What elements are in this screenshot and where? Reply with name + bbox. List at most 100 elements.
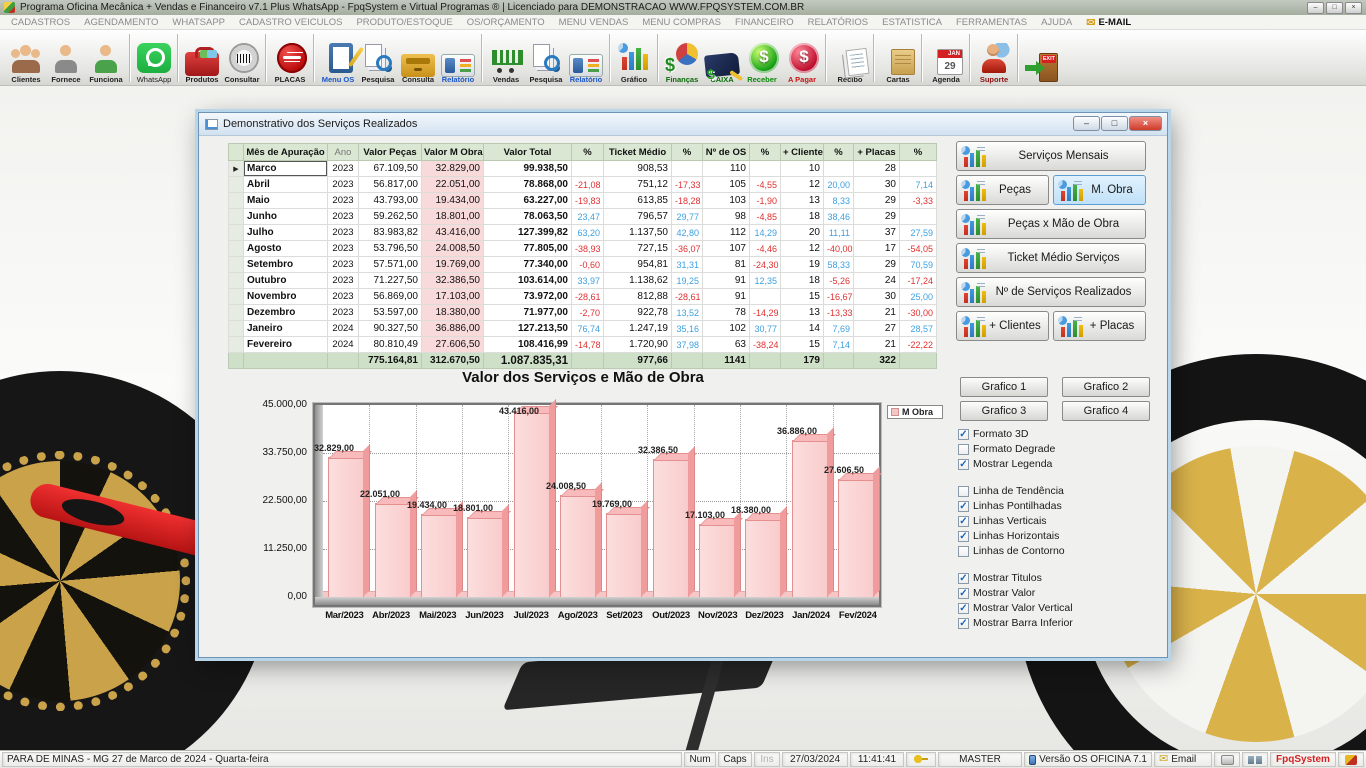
table-row[interactable]: Agosto202353.796,5024.008,5077.805,00-38…: [229, 241, 937, 257]
menu-agendamento[interactable]: AGENDAMENTO: [77, 17, 165, 28]
toolbar-button-fornece[interactable]: Fornece: [46, 32, 86, 84]
toolbar-button-suporte[interactable]: Suporte: [974, 32, 1014, 84]
toolbar-button-relat-rio[interactable]: Relatório: [566, 32, 606, 84]
toolbar-button-pesquisa[interactable]: Pesquisa: [526, 32, 566, 84]
column-header[interactable]: %: [824, 144, 854, 161]
menu-produto-estoque[interactable]: PRODUTO/ESTOQUE: [349, 17, 459, 28]
chart-options-panel: ✓Formato 3DFormato Degrade✓Mostrar Legen…: [958, 427, 1158, 643]
toolbar-button-consulta[interactable]: Consulta: [398, 32, 438, 84]
toolbar-button-finan-as[interactable]: $Finanças: [662, 32, 702, 84]
toolbar-button-produtos[interactable]: Produtos: [182, 32, 222, 84]
toolbar-button-recibo[interactable]: Recibo: [830, 32, 870, 84]
window-minimize-button[interactable]: –: [1073, 116, 1100, 131]
column-header[interactable]: %: [572, 144, 604, 161]
column-header[interactable]: %: [672, 144, 703, 161]
column-header[interactable]: + Placas: [854, 144, 900, 161]
chart-type-button--placas[interactable]: + Placas: [1053, 311, 1146, 341]
table-row[interactable]: Maio202343.793,0019.434,0063.227,00-19,8…: [229, 193, 937, 209]
toolbar-button-gr-fico[interactable]: Gráfico: [614, 32, 654, 84]
checkbox-linhas-horizontais[interactable]: ✓Linhas Horizontais: [958, 529, 1158, 543]
menu-relat-rios[interactable]: RELATÓRIOS: [801, 17, 876, 28]
chart-type-button-m-obra[interactable]: M. Obra: [1053, 175, 1146, 205]
table-row[interactable]: Novembro202356.869,0017.103,0073.972,00-…: [229, 289, 937, 305]
toolbar-button-pesquisa[interactable]: Pesquisa: [358, 32, 398, 84]
table-row[interactable]: Outubro202371.227,5032.386,50103.614,003…: [229, 273, 937, 289]
column-header[interactable]: Valor Total: [484, 144, 572, 161]
menu-e-mail[interactable]: ✉E-MAIL: [1079, 16, 1138, 29]
toolbar-button-consultar[interactable]: Consultar: [222, 32, 262, 84]
toolbar-button-menu-os[interactable]: Menu OS: [318, 32, 358, 84]
checkbox-mostrar-titulos[interactable]: ✓Mostrar Titulos: [958, 571, 1158, 585]
chart-type-button-pe-as[interactable]: Peças: [956, 175, 1049, 205]
window-close-button[interactable]: ×: [1129, 116, 1162, 131]
column-header[interactable]: Mês de Apuração: [244, 144, 328, 161]
toolbar-button-placas[interactable]: PLACAS: [270, 32, 310, 84]
menu-cadastro-veiculos[interactable]: CADASTRO VEICULOS: [232, 17, 349, 28]
table-row[interactable]: Setembro202357.571,0019.769,0077.340,00-…: [229, 257, 937, 273]
checkbox-mostrar-valor-vertical[interactable]: ✓Mostrar Valor Vertical: [958, 601, 1158, 615]
status-email[interactable]: ✉ Email: [1154, 752, 1212, 767]
menu-cadastros[interactable]: CADASTROS: [4, 17, 77, 28]
toolbar-button-relat-rio[interactable]: Relatório: [438, 32, 478, 84]
app-minimize-button[interactable]: –: [1307, 2, 1324, 14]
column-header[interactable]: %: [900, 144, 937, 161]
chart-type-button-n-de-servi-os-realizados[interactable]: Nº de Serviços Realizados: [956, 277, 1146, 307]
column-header[interactable]: Ano: [328, 144, 359, 161]
menu-ajuda[interactable]: AJUDA: [1034, 17, 1079, 28]
checkbox-mostrar-barra-inferior[interactable]: ✓Mostrar Barra Inferior: [958, 616, 1158, 630]
column-header[interactable]: Valor M Obra: [422, 144, 484, 161]
checkbox-mostrar-valor[interactable]: ✓Mostrar Valor: [958, 586, 1158, 600]
button-grafico-1[interactable]: Grafico 1: [960, 377, 1048, 397]
status-printer[interactable]: [1214, 752, 1240, 767]
toolbar-button-clientes[interactable]: Clientes: [6, 32, 46, 84]
checkbox-linhas-de-contorno[interactable]: Linhas de Contorno: [958, 544, 1158, 558]
menu-menu-compras[interactable]: MENU COMPRAS: [635, 17, 728, 28]
menu-estatistica[interactable]: ESTATISTICA: [875, 17, 949, 28]
column-header[interactable]: Nº de OS: [703, 144, 750, 161]
table-row[interactable]: Abril202356.817,0022.051,0078.868,00-21,…: [229, 177, 937, 193]
table-row[interactable]: Janeiro202490.327,5036.886,00127.213,507…: [229, 321, 937, 337]
table-row[interactable]: Dezembro202353.597,0018.380,0071.977,00-…: [229, 305, 937, 321]
chart-type-button-pe-as-x-m-o-de-obra[interactable]: Peças x Mão de Obra: [956, 209, 1146, 239]
chart-type-button-servi-os-mensais[interactable]: Serviços Mensais: [956, 141, 1146, 171]
checkbox-linhas-pontilhadas[interactable]: ✓Linhas Pontilhadas: [958, 499, 1158, 513]
column-header[interactable]: Valor Peças: [359, 144, 422, 161]
button-grafico-3[interactable]: Grafico 3: [960, 401, 1048, 421]
menu-menu-vendas[interactable]: MENU VENDAS: [552, 17, 636, 28]
chart-type-button--clientes[interactable]: + Clientes: [956, 311, 1049, 341]
toolbar-button-a-pagar[interactable]: $A Pagar: [782, 32, 822, 84]
toolbar-button-exit[interactable]: EXIT: [1022, 32, 1062, 84]
button-grafico-4[interactable]: Grafico 4: [1062, 401, 1150, 421]
toolbar-button-whatsapp[interactable]: WhatsApp: [134, 32, 174, 84]
column-header[interactable]: %: [750, 144, 781, 161]
table-row[interactable]: Julho202383.983,8243.416,00127.399,8263,…: [229, 225, 937, 241]
receive-coin-icon: $: [749, 43, 779, 73]
table-row[interactable]: ▶Marco202367.109,5032.829,0099.938,50908…: [229, 161, 937, 177]
checkbox-box: [958, 546, 969, 557]
toolbar-button-vendas[interactable]: Vendas: [486, 32, 526, 84]
toolbar-button-receber[interactable]: $Receber: [742, 32, 782, 84]
column-header[interactable]: + Clientes: [781, 144, 824, 161]
checkbox-linhas-verticais[interactable]: ✓Linhas Verticais: [958, 514, 1158, 528]
table-row[interactable]: Junho202359.262,5018.801,0078.063,5023,4…: [229, 209, 937, 225]
chart-type-button-ticket-m-dio-servi-os[interactable]: Ticket Médio Serviços: [956, 243, 1146, 273]
table-row[interactable]: Fevereiro202480.810,4927.606,50108.416,9…: [229, 337, 937, 353]
app-close-button[interactable]: ×: [1345, 2, 1362, 14]
menu-financeiro[interactable]: FINANCEIRO: [728, 17, 801, 28]
toolbar-button-cartas[interactable]: Cartas: [878, 32, 918, 84]
checkbox-linha-de-tend-ncia[interactable]: Linha de Tendência: [958, 484, 1158, 498]
checkbox-formato-degrade[interactable]: Formato Degrade: [958, 442, 1158, 456]
toolbar-button-agenda[interactable]: JAN29Agenda: [926, 32, 966, 84]
checkbox-mostrar-legenda[interactable]: ✓Mostrar Legenda: [958, 457, 1158, 471]
window-maximize-button[interactable]: □: [1101, 116, 1128, 131]
menu-whatsapp[interactable]: WHATSAPP: [165, 17, 232, 28]
menu-ferramentas[interactable]: FERRAMENTAS: [949, 17, 1034, 28]
toolbar-button-funciona[interactable]: Funciona: [86, 32, 126, 84]
column-header[interactable]: Ticket Médio: [604, 144, 672, 161]
column-header[interactable]: [229, 144, 244, 161]
checkbox-formato-3d[interactable]: ✓Formato 3D: [958, 427, 1158, 441]
app-restore-button[interactable]: □: [1326, 2, 1343, 14]
button-grafico-2[interactable]: Grafico 2: [1062, 377, 1150, 397]
menu-os-or-amento[interactable]: OS/ORÇAMENTO: [460, 17, 552, 28]
toolbar-button-caixa[interactable]: $CAIXA: [702, 32, 742, 84]
